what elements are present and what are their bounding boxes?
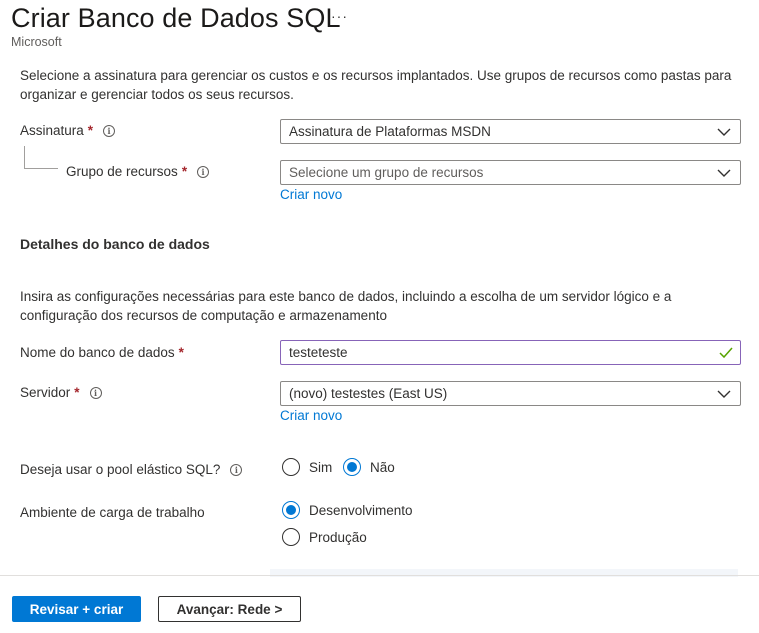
subscription-label: Assinatura — [20, 123, 84, 138]
radio-unchecked-icon — [282, 458, 300, 476]
info-icon[interactable]: i — [230, 463, 243, 476]
checkmark-icon — [719, 347, 733, 359]
server-dropdown[interactable]: (novo) testestes (East US) — [280, 381, 741, 406]
create-new-server-link[interactable]: Criar novo — [280, 408, 342, 423]
subscription-value: Assinatura de Plataformas MSDN — [289, 124, 491, 139]
radio-checked-icon — [343, 458, 361, 476]
intro-description: Selecione a assinatura para gerenciar os… — [20, 68, 732, 102]
elastic-pool-option-yes[interactable]: Sim — [282, 458, 332, 476]
chevron-down-icon — [717, 390, 731, 398]
subscription-dropdown[interactable]: Assinatura de Plataformas MSDN — [280, 119, 741, 144]
elastic-pool-option-no[interactable]: Não — [343, 458, 395, 476]
workload-option-label: Produção — [309, 529, 367, 545]
required-marker: * — [178, 345, 184, 360]
elastic-pool-label: Deseja usar o pool elástico SQL? — [20, 462, 221, 477]
resource-group-dropdown[interactable]: Selecione um grupo de recursos — [280, 160, 741, 185]
radio-unchecked-icon — [282, 528, 300, 546]
review-create-button[interactable]: Revisar + criar — [12, 596, 141, 622]
database-name-input[interactable]: testeteste — [280, 340, 741, 365]
resource-group-placeholder: Selecione um grupo de recursos — [289, 165, 484, 180]
workload-option-production[interactable]: Produção — [282, 528, 367, 546]
create-new-resource-group-link[interactable]: Criar novo — [280, 187, 342, 202]
next-networking-button[interactable]: Avançar: Rede > — [158, 596, 301, 622]
server-value: (novo) testestes (East US) — [289, 386, 448, 401]
chevron-down-icon — [717, 169, 731, 177]
database-name-value: testeteste — [289, 345, 348, 360]
more-options-button[interactable]: ··· — [331, 8, 348, 24]
database-details-description: Insira as configurações necessárias para… — [20, 289, 672, 323]
page-title: Criar Banco de Dados SQL — [11, 3, 341, 33]
workload-option-label: Desenvolvimento — [309, 502, 413, 518]
elastic-pool-option-label: Não — [370, 459, 395, 475]
resource-group-label-group: Grupo de recursos * i — [66, 164, 210, 179]
tree-connector-vertical — [24, 146, 25, 168]
database-name-label-group: Nome do banco de dados * — [20, 345, 184, 360]
resource-group-label: Grupo de recursos — [66, 164, 178, 179]
subscription-label-group: Assinatura * i — [20, 123, 116, 138]
footer-divider — [0, 575, 759, 576]
server-label-group: Servidor * i — [20, 385, 102, 400]
section-title-database-details: Detalhes do banco de dados — [20, 236, 210, 252]
elastic-pool-option-label: Sim — [309, 459, 333, 475]
required-marker: * — [74, 385, 80, 400]
info-icon[interactable]: i — [197, 165, 210, 178]
required-marker: * — [181, 164, 188, 179]
workload-option-development[interactable]: Desenvolvimento — [282, 501, 413, 519]
workload-label: Ambiente de carga de trabalho — [20, 505, 205, 520]
info-icon[interactable]: i — [89, 386, 102, 399]
chevron-down-icon — [717, 128, 731, 136]
server-label: Servidor — [20, 385, 71, 400]
elastic-pool-label-group: Deseja usar o pool elástico SQL? i — [20, 462, 243, 477]
workload-label-group: Ambiente de carga de trabalho — [20, 505, 205, 520]
radio-checked-icon — [282, 501, 300, 519]
required-marker: * — [87, 123, 94, 138]
info-icon[interactable]: i — [103, 124, 116, 137]
tree-connector-horizontal — [24, 168, 58, 169]
database-name-label: Nome do banco de dados — [20, 345, 175, 360]
page-subtitle: Microsoft — [11, 35, 62, 49]
